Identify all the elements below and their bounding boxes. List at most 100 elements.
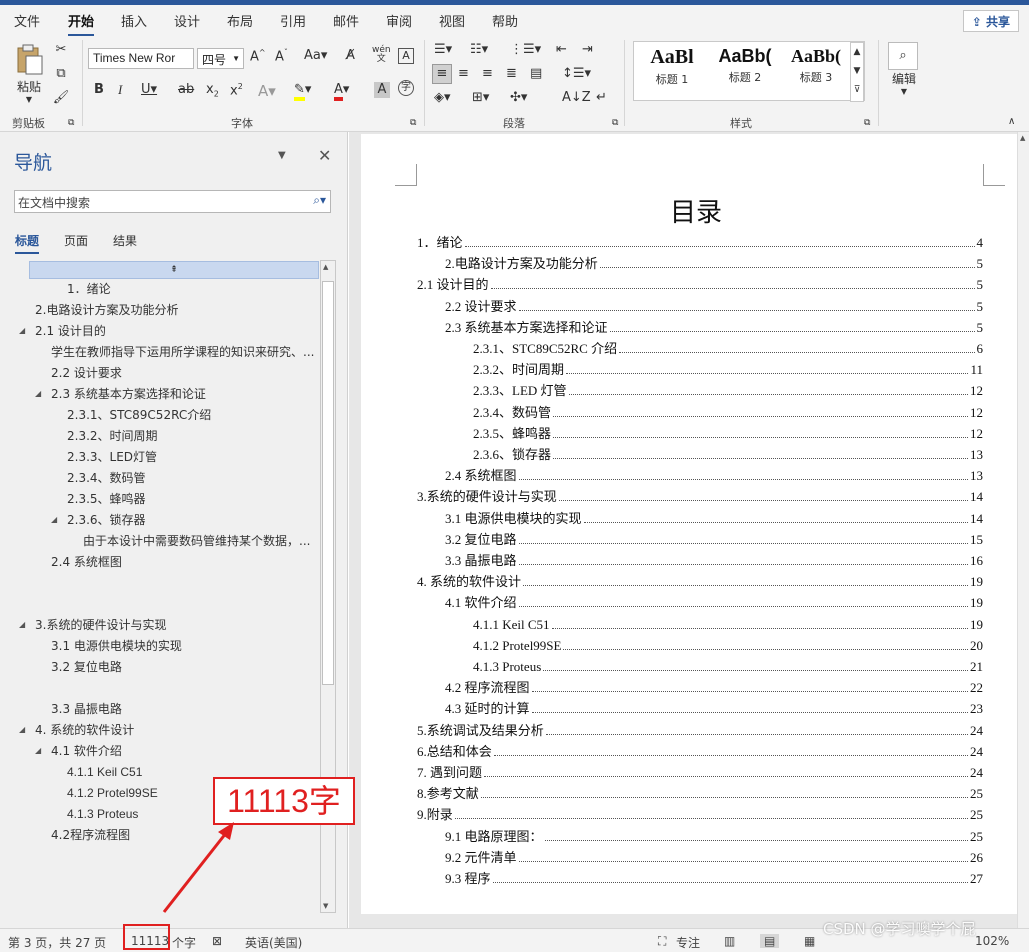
nav-item[interactable]: 4. 系统的软件设计 bbox=[35, 721, 134, 739]
dialog-launcher-icon[interactable]: ⧉ bbox=[864, 118, 870, 128]
nav-item[interactable]: 4.2程序流程图 bbox=[51, 826, 130, 844]
toc-entry[interactable]: 3.3 晶振电路 16 bbox=[445, 548, 983, 569]
nav-item[interactable]: 2.3.4、数码管 bbox=[67, 469, 146, 487]
toc-entry[interactable]: 9.2 元件清单 26 bbox=[445, 845, 983, 866]
toc-entry[interactable]: 6.总结和体会 24 bbox=[417, 739, 983, 760]
toc-entry[interactable]: 2.3.2、时间周期 11 bbox=[473, 357, 983, 378]
style-heading-2[interactable]: AaBb(标题 2 bbox=[709, 46, 781, 85]
nav-item[interactable]: 3.系统的硬件设计与实现 bbox=[35, 616, 166, 634]
nav-item[interactable]: 4.1.2 Protel99SE bbox=[67, 784, 158, 802]
sort-icon[interactable]: A↓Z bbox=[562, 90, 591, 105]
font-name-dropdown[interactable]: Times New Ror bbox=[88, 48, 194, 69]
shrink-font-button[interactable]: Aˇ bbox=[275, 48, 288, 64]
align-right-icon[interactable]: ≡ bbox=[482, 66, 493, 81]
web-layout-icon[interactable]: ▦ bbox=[804, 934, 815, 948]
collapse-triangle-icon[interactable]: ◢ bbox=[19, 725, 25, 734]
toc-entry[interactable]: 2.1 设计目的 5 bbox=[417, 272, 983, 293]
superscript-button[interactable]: x2 bbox=[230, 82, 243, 98]
toc-entry[interactable]: 2.3.3、LED 灯管 12 bbox=[473, 378, 983, 399]
scroll-up-icon[interactable]: ▲ bbox=[1020, 134, 1025, 142]
toc-entry[interactable]: 2.4 系统框图 13 bbox=[445, 463, 983, 484]
scroll-down-icon[interactable]: ▼ bbox=[323, 902, 328, 910]
share-button[interactable]: ⇪ 共享 bbox=[962, 10, 1019, 32]
nav-item[interactable]: 4.1.3 Proteus bbox=[67, 805, 138, 823]
align-center-icon[interactable]: ≡ bbox=[458, 66, 469, 81]
toc-entry[interactable]: 1．绪论 4 bbox=[417, 230, 983, 251]
style-heading-3[interactable]: AaBb(标题 3 bbox=[780, 46, 852, 85]
toc-entry[interactable]: 7. 遇到问题 24 bbox=[417, 760, 983, 781]
nav-tab-results[interactable]: 结果 bbox=[113, 232, 137, 249]
toc-entry[interactable]: 8.参考文献 25 bbox=[417, 781, 983, 802]
distributed-icon[interactable]: ▤ bbox=[530, 66, 542, 81]
format-painter-icon[interactable]: 🖌 bbox=[52, 90, 70, 105]
dialog-launcher-icon[interactable]: ⧉ bbox=[410, 118, 416, 128]
document-scrollbar[interactable]: ▲ bbox=[1017, 132, 1029, 928]
show-marks-icon[interactable]: ↵ bbox=[596, 90, 607, 105]
nav-item[interactable]: 2.3.5、蜂鸣器 bbox=[67, 490, 146, 508]
line-spacing-icon[interactable]: ↕☰▾ bbox=[562, 66, 591, 81]
strikethrough-button[interactable]: ab bbox=[178, 82, 194, 97]
read-mode-icon[interactable]: ▥ bbox=[724, 934, 735, 948]
align-left-icon[interactable]: ≡ bbox=[432, 64, 452, 84]
toc-entry[interactable]: 3.系统的硬件设计与实现 14 bbox=[417, 484, 983, 505]
nav-item[interactable]: 4.1.1 Keil C51 bbox=[67, 763, 142, 781]
tab-help[interactable]: 帮助 bbox=[492, 11, 518, 30]
nav-search-input[interactable]: 在文档中搜索 ⌕▾ bbox=[14, 190, 331, 213]
toc-entry[interactable]: 2.2 设计要求 5 bbox=[445, 294, 983, 315]
cut-icon[interactable]: ✂ bbox=[52, 42, 70, 57]
collapse-triangle-icon[interactable]: ◢ bbox=[35, 746, 41, 755]
toc-entry[interactable]: 2.3 系统基本方案选择和论证 5 bbox=[445, 315, 983, 336]
toc-entry[interactable]: 2.3.6、锁存器 13 bbox=[473, 442, 983, 463]
toc-entry[interactable]: 4. 系统的软件设计 19 bbox=[417, 569, 983, 590]
font-size-dropdown[interactable]: 四号 ▼ bbox=[197, 48, 244, 69]
toc-entry[interactable]: 2.3.1、STC89C52RC 介绍 6 bbox=[473, 336, 983, 357]
phonetic-guide-icon[interactable]: wén 文 bbox=[372, 46, 391, 64]
toc-entry[interactable]: 3.2 复位电路 15 bbox=[445, 527, 983, 548]
copy-icon[interactable]: ⧉ bbox=[52, 66, 70, 81]
page-indicator[interactable]: 第 3 页，共 27 页 bbox=[8, 934, 106, 951]
bold-button[interactable]: B bbox=[94, 82, 104, 97]
character-shading-icon[interactable]: A bbox=[374, 82, 390, 98]
proofing-icon[interactable]: ⊠ bbox=[212, 934, 222, 948]
collapse-triangle-icon[interactable]: ◢ bbox=[19, 620, 25, 629]
change-case-button[interactable]: Aa▾ bbox=[304, 48, 327, 63]
nav-item[interactable]: 4.1 软件介绍 bbox=[51, 742, 122, 760]
nav-item[interactable]: 2.电路设计方案及功能分析 bbox=[35, 301, 178, 319]
zoom-level[interactable]: 102% bbox=[975, 934, 1009, 948]
nav-tab-pages[interactable]: 页面 bbox=[64, 232, 88, 249]
borders-icon[interactable]: ⊞▾ bbox=[472, 90, 489, 105]
toc-entry[interactable]: 9.3 程序 27 bbox=[445, 866, 983, 887]
toc-entry[interactable]: 3.1 电源供电模块的实现 14 bbox=[445, 506, 983, 527]
text-effects-icon[interactable]: A▾ bbox=[258, 82, 276, 100]
toc-entry[interactable]: 9.1 电路原理图： 25 bbox=[445, 824, 983, 845]
numbering-icon[interactable]: ☷▾ bbox=[470, 42, 488, 57]
decrease-indent-icon[interactable]: ⇤ bbox=[556, 42, 567, 57]
character-border-icon[interactable]: A bbox=[398, 48, 414, 64]
nav-item[interactable]: 1．绪论 bbox=[67, 280, 111, 298]
toc-entry[interactable]: 4.1 软件介绍 19 bbox=[445, 590, 983, 611]
tab-file[interactable]: 文件 bbox=[14, 11, 40, 30]
editing-button[interactable]: ⌕ 编辑 ▼ bbox=[888, 42, 920, 96]
tab-mailings[interactable]: 邮件 bbox=[333, 11, 359, 30]
multilevel-list-icon[interactable]: ⋮☰▾ bbox=[510, 42, 541, 57]
nav-item[interactable]: 2.2 设计要求 bbox=[51, 364, 122, 382]
nav-item[interactable]: 2.1 设计目的 bbox=[35, 322, 106, 340]
style-heading-1[interactable]: AaBl 标题 1 bbox=[636, 46, 708, 87]
language-indicator[interactable]: 英语(美国) bbox=[245, 934, 302, 951]
enclose-characters-icon[interactable]: 字 bbox=[398, 80, 414, 96]
dialog-launcher-icon[interactable]: ⧉ bbox=[612, 118, 618, 128]
subscript-button[interactable]: x2 bbox=[206, 82, 219, 99]
highlight-color-button[interactable]: ✎▾ bbox=[294, 82, 311, 101]
collapse-triangle-icon[interactable]: ◢ bbox=[19, 326, 25, 335]
nav-item[interactable]: 2.4 系统框图 bbox=[51, 553, 122, 571]
focus-label[interactable]: 专注 bbox=[676, 934, 700, 951]
collapse-triangle-icon[interactable]: ◢ bbox=[51, 515, 57, 524]
collapse-triangle-icon[interactable]: ◢ bbox=[35, 389, 41, 398]
nav-item[interactable]: 3.3 晶振电路 bbox=[51, 700, 122, 718]
paste-button[interactable]: 粘贴 ▼ bbox=[12, 42, 46, 104]
collapse-ribbon-icon[interactable]: ∧ bbox=[1008, 116, 1015, 127]
toc-entry[interactable]: 4.1.1 Keil C51 19 bbox=[473, 612, 983, 633]
grow-font-button[interactable]: A^ bbox=[250, 48, 266, 64]
bullets-icon[interactable]: ☰▾ bbox=[434, 42, 452, 57]
nav-item[interactable]: 2.3.2、时间周期 bbox=[67, 427, 158, 445]
